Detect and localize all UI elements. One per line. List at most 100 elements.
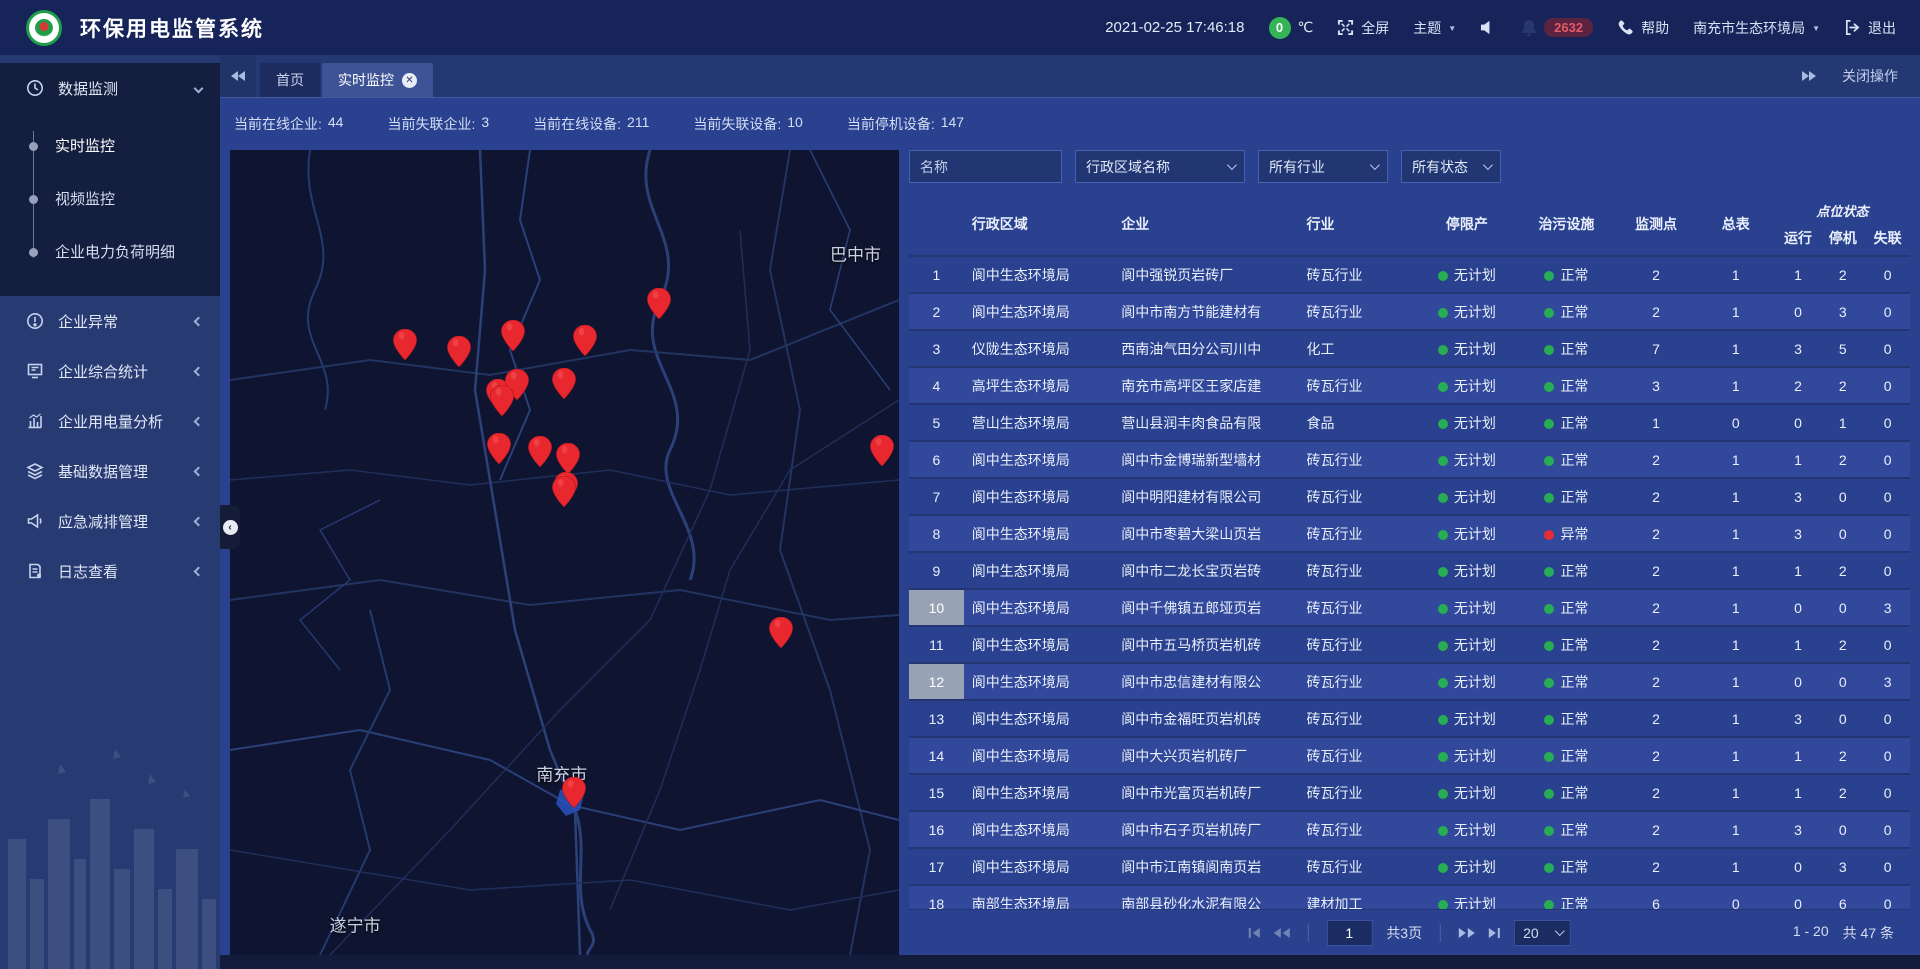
table-row-6[interactable]: 6阆中生态环境局阆中市金博瑞新型墙材砖瓦行业无计划正常21120 [909, 442, 1910, 479]
sidebar-item-4[interactable]: 基础数据管理 [0, 446, 220, 496]
name-filter-input[interactable] [920, 159, 1051, 175]
close-operations-dropdown[interactable]: 关闭操作 [1842, 66, 1898, 86]
table-row-18[interactable]: 18南部生态环境局南部县砂化水泥有限公建材加工无计划正常60060 [909, 886, 1910, 909]
map-pin-4[interactable] [647, 288, 671, 319]
cell-industry: 砖瓦行业 [1302, 376, 1417, 396]
table-row-11[interactable]: 11阆中生态环境局阆中市五马桥页岩机砖砖瓦行业无计划正常21120 [909, 627, 1910, 664]
cell-run: 1 [1776, 267, 1821, 283]
status-filter-select[interactable]: 所有状态 [1401, 150, 1501, 183]
org-dropdown[interactable]: 南充市生态环境局▼ [1693, 18, 1820, 38]
stat-item-0: 当前在线企业:44 [234, 114, 343, 134]
table-row-14[interactable]: 14阆中生态环境局阆中大兴页岩机砖厂砖瓦行业无计划正常21120 [909, 738, 1910, 775]
cell-company: 阆中市金博瑞新型墙材 [1113, 450, 1302, 470]
prev-page-button[interactable] [1273, 928, 1289, 938]
cell-meters: 1 [1696, 785, 1776, 801]
table-row-4[interactable]: 4高坪生态环境局南充市高坪区王家店建砖瓦行业无计划正常31220 [909, 368, 1910, 405]
map-pin-7[interactable] [490, 385, 514, 416]
chevron-down-icon [1555, 926, 1565, 936]
tab-0[interactable]: 首页 [260, 63, 320, 97]
cell-meters: 1 [1696, 526, 1776, 542]
table-row-13[interactable]: 13阆中生态环境局阆中市金福旺页岩机砖砖瓦行业无计划正常21300 [909, 701, 1910, 738]
page-size-select[interactable]: 20 [1514, 920, 1571, 946]
table-row-12[interactable]: 12阆中生态环境局阆中市忠信建材有限公砖瓦行业无计划正常21003 [909, 664, 1910, 701]
sidebar-subitem-1[interactable]: 视频监控 [0, 172, 220, 225]
cell-facility-status: 正常 [1517, 672, 1617, 692]
cell-lost: 0 [1865, 563, 1910, 579]
notifications[interactable]: 2632 [1521, 18, 1593, 37]
fullscreen-button[interactable]: 全屏 [1337, 18, 1389, 38]
cell-facility-status: 正常 [1517, 487, 1617, 507]
column-header-6: 总表 [1696, 214, 1776, 234]
cell-run: 0 [1776, 304, 1821, 320]
sidebar-item-5[interactable]: 应急减排管理 [0, 496, 220, 546]
map-pin-16[interactable] [562, 777, 586, 808]
green-dot-icon [1438, 641, 1448, 651]
green-dot-icon [1544, 567, 1554, 577]
cell-points: 6 [1616, 896, 1696, 910]
sidebar-item-6[interactable]: 日志查看 [0, 546, 220, 596]
region-filter-select[interactable]: 行政区域名称 [1075, 150, 1245, 183]
first-page-button[interactable] [1248, 928, 1259, 938]
table-row-10[interactable]: 10阆中生态环境局阆中千佛镇五郎垭页岩砖瓦行业无计划正常21003 [909, 590, 1910, 627]
last-page-button[interactable] [1489, 928, 1500, 938]
table-row-9[interactable]: 9阆中生态环境局阆中市二龙长宝页岩砖砖瓦行业无计划正常21120 [909, 553, 1910, 590]
cell-industry: 砖瓦行业 [1302, 302, 1417, 322]
map-pin-10[interactable] [528, 436, 552, 467]
sidebar-collapse-handle[interactable]: ‹ [220, 505, 240, 549]
tab-1[interactable]: 实时监控✕ [322, 63, 433, 97]
map-pin-1[interactable] [447, 336, 471, 367]
next-page-button[interactable] [1459, 928, 1475, 938]
cell-limit-status: 无计划 [1417, 376, 1517, 396]
table-row-3[interactable]: 3仪陇生态环境局西南油气田分公司川中化工无计划正常71350 [909, 331, 1910, 368]
cell-points: 2 [1616, 600, 1696, 616]
row-index: 8 [909, 516, 964, 551]
table-row-17[interactable]: 17阆中生态环境局阆中市江南镇阆南页岩砖瓦行业无计划正常21030 [909, 849, 1910, 886]
sidebar-item-2[interactable]: 企业综合统计 [0, 346, 220, 396]
table-row-8[interactable]: 8阆中生态环境局阆中市枣碧大梁山页岩砖瓦行业无计划异常21300 [909, 516, 1910, 553]
industry-filter-select[interactable]: 所有行业 [1258, 150, 1388, 183]
map-pin-0[interactable] [393, 329, 417, 360]
map[interactable]: 巴中市南充市遂宁市 [230, 150, 899, 955]
sidebar-subitem-0[interactable]: 实时监控 [0, 119, 220, 172]
table-row-1[interactable]: 1阆中生态环境局阆中强锐页岩砖厂砖瓦行业无计划正常21120 [909, 257, 1910, 294]
table-row-2[interactable]: 2阆中生态环境局阆中市南方节能建材有砖瓦行业无计划正常21030 [909, 294, 1910, 331]
bottom-strip [220, 955, 1920, 969]
help-button[interactable]: 帮助 [1617, 18, 1669, 38]
cell-company: 阆中强锐页岩砖厂 [1113, 265, 1302, 285]
cell-lost: 0 [1865, 859, 1910, 875]
page-number-input[interactable] [1326, 920, 1372, 946]
row-index: 12 [909, 664, 964, 699]
map-pin-8[interactable] [552, 368, 576, 399]
cell-company: 阆中大兴页岩机砖厂 [1113, 746, 1302, 766]
sidebar-item-0[interactable]: 数据监测 [0, 63, 220, 113]
tab-close-icon[interactable]: ✕ [402, 73, 417, 88]
table-row-15[interactable]: 15阆中生态环境局阆中市光富页岩机砖厂砖瓦行业无计划正常21120 [909, 775, 1910, 812]
tabs-scroll-left-button[interactable] [220, 54, 256, 97]
map-pin-13[interactable] [552, 476, 576, 507]
green-dot-icon [1544, 752, 1554, 762]
speaker-icon[interactable] [1480, 19, 1497, 36]
sidebar-subitem-2[interactable]: 企业电力负荷明细 [0, 225, 220, 278]
map-pin-9[interactable] [487, 433, 511, 464]
map-pin-3[interactable] [573, 325, 597, 356]
theme-dropdown[interactable]: 主题▼ [1413, 18, 1456, 38]
map-pin-15[interactable] [769, 617, 793, 648]
sidebar-section-expanded: 数据监测实时监控视频监控企业电力负荷明细 [0, 63, 220, 296]
map-pin-11[interactable] [556, 443, 580, 474]
table-row-7[interactable]: 7阆中生态环境局阆中明阳建材有限公司砖瓦行业无计划正常21300 [909, 479, 1910, 516]
sidebar-item-1[interactable]: 企业异常 [0, 296, 220, 346]
green-dot-icon [1544, 900, 1554, 910]
app-logo [26, 10, 62, 46]
tabs-scroll-right-button[interactable] [1802, 71, 1816, 81]
green-dot-icon [1438, 419, 1448, 429]
cell-region: 高坪生态环境局 [964, 376, 1113, 396]
map-pin-14[interactable] [870, 435, 894, 466]
total-count-label: 共 47 条 [1843, 923, 1894, 943]
table-row-5[interactable]: 5营山生态环境局营山县润丰肉食品有限食品无计划正常10010 [909, 405, 1910, 442]
map-pin-2[interactable] [501, 320, 525, 351]
name-filter [909, 150, 1062, 183]
table-row-16[interactable]: 16阆中生态环境局阆中市石子页岩机砖厂砖瓦行业无计划正常21300 [909, 812, 1910, 849]
sidebar-item-3[interactable]: 企业用电量分析 [0, 396, 220, 446]
cell-company: 阆中市枣碧大梁山页岩 [1113, 524, 1302, 544]
exit-button[interactable]: 退出 [1844, 18, 1896, 38]
